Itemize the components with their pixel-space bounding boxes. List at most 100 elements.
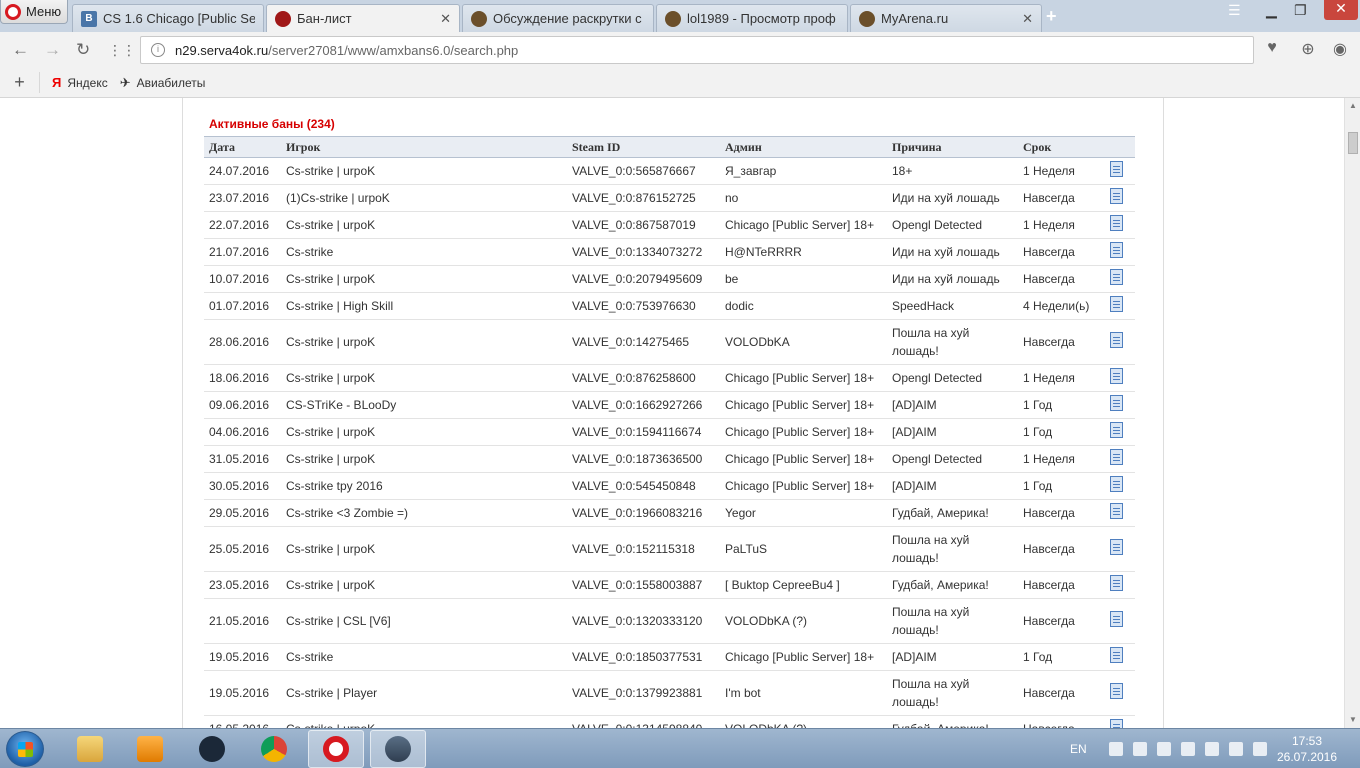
- cell-admin: Chicago [Public Server] 18+: [720, 211, 887, 239]
- details-cell: [1105, 418, 1135, 446]
- table-row: 23.07.2016 (1)Cs-strike | urpoK VALVE_0:0:…: [204, 184, 1135, 212]
- cell-term: Навсегда: [1018, 526, 1105, 572]
- cell-admin: be: [720, 265, 887, 293]
- monitor-icon[interactable]: [1156, 742, 1171, 756]
- taskbar-clock[interactable]: 17:53 26.07.2016: [1272, 733, 1342, 765]
- details-document-icon[interactable]: [1110, 646, 1123, 663]
- signal-icon[interactable]: [1228, 742, 1243, 756]
- column-header-steam-id[interactable]: Steam ID: [567, 136, 720, 158]
- cell-term: Навсегда: [1018, 184, 1105, 212]
- taskbar-explorer[interactable]: [62, 730, 118, 768]
- table-row: 30.05.2016 Cs-strike tpy 2016 VALVE_0:0:54…: [204, 472, 1135, 500]
- tab-vk[interactable]: В CS 1.6 Chicago [Public Ser: [72, 4, 264, 32]
- taskbar-steam[interactable]: [184, 730, 240, 768]
- cell-admin: Yegor: [720, 499, 887, 527]
- scroll-down-icon[interactable]: ▼: [1345, 712, 1360, 728]
- details-document-icon[interactable]: [1110, 718, 1123, 728]
- start-button[interactable]: [6, 731, 44, 767]
- column-header-term[interactable]: Срок: [1018, 136, 1105, 158]
- details-document-icon[interactable]: [1110, 295, 1123, 312]
- close-tab-icon[interactable]: ✕: [1022, 11, 1033, 27]
- close-tab-icon[interactable]: ✕: [440, 11, 451, 27]
- usb-icon[interactable]: [1204, 742, 1219, 756]
- speed-dial-icon[interactable]: ⋮⋮: [108, 42, 136, 59]
- taskbar-cs[interactable]: [370, 730, 426, 768]
- tab-ban-list[interactable]: Бан-лист ✕: [266, 4, 460, 32]
- tab-strip: Меню В CS 1.6 Chicago [Public Ser Бан-ли…: [0, 0, 1360, 32]
- table-row: 16.05.2016Cs-strike | urpoKVALVE_0:0:131…: [204, 715, 1135, 728]
- site-info-icon[interactable]: i: [151, 43, 165, 57]
- account-icon[interactable]: ◉: [1330, 39, 1350, 59]
- tab-myarena[interactable]: MyArena.ru ✕: [850, 4, 1042, 32]
- bookmark-yandex[interactable]: Я Яндекс: [52, 75, 108, 90]
- taskbar-chrome[interactable]: [246, 730, 302, 768]
- details-cell: [1105, 391, 1135, 419]
- details-cell: [1105, 472, 1135, 500]
- cell-term: 1 Год: [1018, 643, 1105, 671]
- taskbar-media-player[interactable]: [122, 730, 178, 768]
- details-cell: [1105, 238, 1135, 266]
- cell-player: Cs-strike | urpoK: [281, 571, 567, 599]
- maximize-icon[interactable]: ❐: [1294, 2, 1307, 19]
- details-document-icon[interactable]: [1110, 214, 1123, 231]
- new-tab-icon[interactable]: +: [1046, 6, 1057, 27]
- table-row: 19.05.2016 Cs-strike VALVE_0:0:1850377531 C…: [204, 643, 1135, 671]
- volume-icon[interactable]: [1252, 742, 1267, 756]
- column-header-admin[interactable]: Админ: [720, 136, 887, 158]
- shield-icon[interactable]: [1132, 742, 1147, 756]
- minimize-icon[interactable]: ▁: [1266, 2, 1277, 19]
- network-tool-icon[interactable]: [1108, 742, 1123, 756]
- cell-reason: Гудбай, Америка!: [887, 571, 1018, 599]
- cell-steam-id: VALVE_0:0:753976630: [567, 292, 720, 320]
- tab-discussion[interactable]: Обсуждение раскрутки с: [462, 4, 654, 32]
- details-document-icon[interactable]: [1110, 475, 1123, 492]
- column-header-player[interactable]: Игрок: [281, 136, 567, 158]
- details-document-icon[interactable]: [1110, 421, 1123, 438]
- details-document-icon[interactable]: [1110, 367, 1123, 384]
- details-document-icon[interactable]: [1110, 187, 1123, 204]
- forward-icon[interactable]: →: [44, 40, 61, 60]
- tab-menu-icon[interactable]: ☰: [1228, 2, 1241, 19]
- heart-icon[interactable]: ♥: [1262, 39, 1282, 59]
- cell-term: 4 Недели(ь): [1018, 292, 1105, 320]
- bookmark-label: Авиабилеты: [136, 75, 206, 90]
- address-bar[interactable]: i n29.serva4ok.ru/server27081/www/amxban…: [140, 36, 1254, 64]
- url-host: n29.serva4ok.ru: [175, 42, 269, 58]
- cell-steam-id: VALVE_0:0:1379923881: [567, 670, 720, 716]
- scroll-up-icon[interactable]: ▲: [1345, 98, 1360, 114]
- cell-reason: Opengl Detected: [887, 445, 1018, 473]
- details-document-icon[interactable]: [1110, 268, 1123, 285]
- column-header-date[interactable]: Дата: [204, 136, 281, 158]
- vertical-scrollbar[interactable]: ▲ ▼: [1344, 98, 1360, 728]
- details-document-icon[interactable]: [1110, 394, 1123, 411]
- opera-menu-button[interactable]: Меню: [0, 0, 68, 24]
- cell-date: 31.05.2016: [204, 445, 281, 473]
- flag-icon[interactable]: [1180, 742, 1195, 756]
- cell-player: Cs-strike | urpoK: [281, 364, 567, 392]
- scroll-thumb[interactable]: [1348, 132, 1358, 154]
- details-document-icon[interactable]: [1110, 538, 1123, 555]
- details-document-icon[interactable]: [1110, 331, 1123, 348]
- cell-reason: Гудбай, Америка!: [887, 499, 1018, 527]
- column-header-reason[interactable]: Причина: [887, 136, 1018, 158]
- details-document-icon[interactable]: [1110, 502, 1123, 519]
- bookmark-avia[interactable]: ✈ Авиабилеты: [120, 75, 206, 91]
- details-document-icon[interactable]: [1110, 682, 1123, 699]
- close-window-icon[interactable]: ✕: [1324, 0, 1358, 20]
- cell-reason: Иди на хуй лошадь: [887, 184, 1018, 212]
- details-document-icon[interactable]: [1110, 574, 1123, 591]
- details-document-icon[interactable]: [1110, 160, 1123, 177]
- language-indicator[interactable]: EN: [1070, 742, 1087, 756]
- back-icon[interactable]: ←: [12, 40, 29, 60]
- add-bookmark-icon[interactable]: +: [0, 72, 40, 93]
- tab-profile[interactable]: lol1989 - Просмотр проф: [656, 4, 848, 32]
- download-icon[interactable]: ⊕: [1298, 39, 1318, 59]
- reload-icon[interactable]: ↻: [76, 40, 90, 60]
- cell-player: Cs-strike | urpoK: [281, 526, 567, 572]
- details-document-icon[interactable]: [1110, 241, 1123, 258]
- details-document-icon[interactable]: [1110, 448, 1123, 465]
- cell-reason: 18+: [887, 157, 1018, 185]
- cell-admin: VOLODbKA: [720, 319, 887, 365]
- details-document-icon[interactable]: [1110, 610, 1123, 627]
- taskbar-opera[interactable]: [308, 730, 364, 768]
